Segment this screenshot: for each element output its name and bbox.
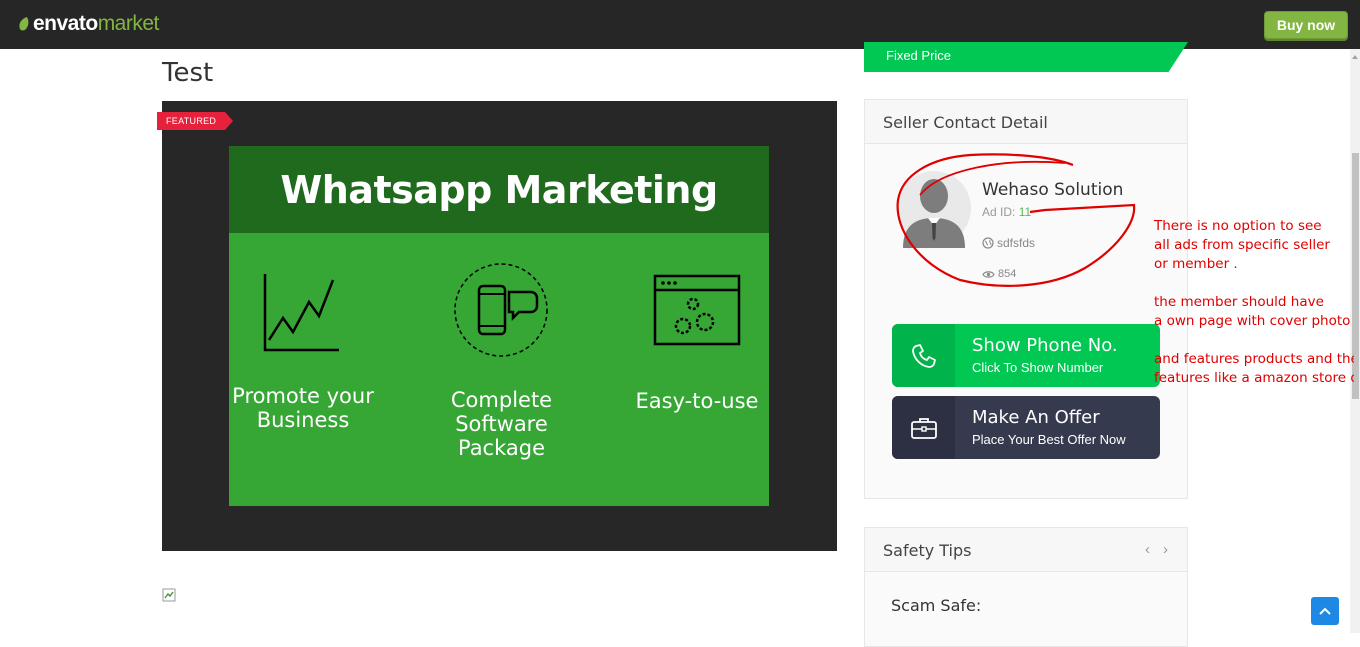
view-count: 854 <box>982 268 1016 280</box>
chevron-right-icon[interactable]: › <box>1163 541 1168 558</box>
feature-software-package: Complete Software Package <box>404 388 599 460</box>
featured-badge: FEATURED <box>157 112 234 130</box>
chevron-left-icon[interactable]: ‹ <box>1145 541 1150 558</box>
ad-id: Ad ID: 11 <box>982 205 1031 219</box>
listing-image-gallery[interactable]: FEATURED Whatsapp Marketing Promote your… <box>157 101 837 551</box>
safety-tip-text <box>891 626 1161 633</box>
price-type-label: Fixed Price <box>886 48 952 63</box>
annotation-note-line: all ads from specific seller <box>1154 237 1330 253</box>
show-phone-button[interactable]: Show Phone No. Click To Show Number <box>892 324 1160 387</box>
leaf-icon <box>19 17 29 31</box>
annotation-note-line: features like a amazon store or c <box>1154 370 1354 386</box>
seller-location-text: sdfsfds <box>997 236 1036 250</box>
brand-primary-text: envato <box>33 12 98 35</box>
view-count-value: 854 <box>998 268 1017 280</box>
price-type-banner: Fixed Price <box>864 42 1188 72</box>
feature-software-line1: Complete Software <box>450 388 553 436</box>
make-offer-title: Make An Offer <box>972 407 1100 428</box>
feature-promote: Promote your Business <box>229 384 377 432</box>
phone-icon <box>892 324 955 387</box>
annotation-note-line: and features products and ther <box>1154 351 1354 367</box>
make-offer-button[interactable]: Make An Offer Place Your Best Offer Now <box>892 396 1160 459</box>
smartphone-chat-icon <box>454 263 548 357</box>
feature-easy-line1: Easy-to-use <box>635 389 759 413</box>
eye-icon <box>982 270 995 278</box>
safety-tips-heading: Safety Tips <box>865 528 1187 572</box>
globe-icon <box>982 237 994 249</box>
ad-id-value: 11 <box>1018 205 1032 219</box>
envato-market-logo[interactable]: envato market <box>18 12 159 36</box>
ad-id-label: Ad ID: <box>982 205 1016 219</box>
back-to-top-button[interactable] <box>1311 597 1339 625</box>
feature-promote-line2: Business <box>256 408 350 432</box>
promo-banner-image: Whatsapp Marketing Promote your Business… <box>229 146 769 506</box>
feature-software-line2: Package <box>457 436 546 460</box>
brand-secondary-text: market <box>97 12 160 35</box>
make-offer-subtitle: Place Your Best Offer Now <box>972 432 1126 447</box>
safety-tip-title: Scam Safe: <box>891 596 982 615</box>
show-phone-title: Show Phone No. <box>972 335 1118 356</box>
annotation-note-line: a own page with cover photo <box>1154 313 1351 329</box>
annotation-note-line: or member . <box>1154 256 1238 272</box>
briefcase-icon <box>892 396 955 459</box>
annotation-note-line: There is no option to see <box>1154 218 1322 234</box>
chevron-up-icon <box>1319 607 1331 615</box>
seller-location: sdfsfds <box>982 236 1035 250</box>
annotation-note-line: the member should have <box>1154 294 1324 310</box>
seller-avatar[interactable] <box>897 168 971 248</box>
feature-easy-to-use: Easy-to-use <box>627 389 767 413</box>
page-scrollbar[interactable] <box>1350 49 1360 633</box>
promo-headline: Whatsapp Marketing <box>229 146 769 233</box>
listing-title: Test <box>162 58 214 88</box>
line-chart-icon <box>263 274 339 352</box>
buy-now-button[interactable]: Buy now <box>1264 11 1348 39</box>
feature-promote-line1: Promote your <box>232 384 374 408</box>
show-phone-subtitle: Click To Show Number <box>972 360 1104 375</box>
browser-gears-icon <box>653 274 741 346</box>
top-navigation-bar: envato market Buy now <box>0 0 1360 49</box>
broken-image-icon <box>162 588 176 602</box>
seller-contact-heading: Seller Contact Detail <box>865 100 1187 144</box>
seller-name[interactable]: Wehaso Solution <box>982 180 1123 200</box>
scroll-up-arrow-icon[interactable] <box>1352 55 1358 59</box>
